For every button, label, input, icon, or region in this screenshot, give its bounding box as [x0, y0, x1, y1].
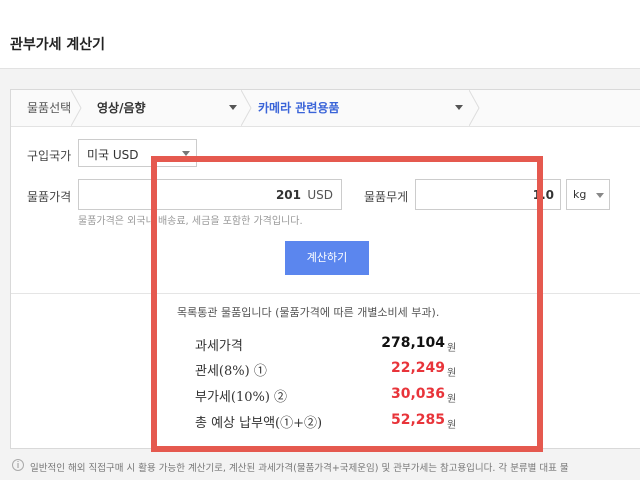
- weight-unit-value: kg: [573, 188, 587, 201]
- footer-disclaimer: 일반적인 해외 직접구매 시 활용 가능한 계산기로, 계산된 과세가격(물품가…: [30, 463, 569, 474]
- breadcrumb-separator-icon: [71, 90, 82, 126]
- breadcrumb: 물품선택 영상/음향 카메라 관련용품: [11, 90, 640, 127]
- breadcrumb-separator-icon: [469, 90, 480, 126]
- page-title: 관부가세 계산기: [10, 37, 106, 53]
- breadcrumb-category[interactable]: 영상/음향: [97, 90, 146, 126]
- chevron-down-icon[interactable]: [455, 105, 463, 110]
- price-label: 물품가격: [27, 190, 72, 204]
- highlight-annotation-box: [151, 156, 543, 452]
- header-bar: 관부가세 계산기: [0, 0, 640, 69]
- country-label: 구입국가: [27, 149, 72, 163]
- breadcrumb-subcategory[interactable]: 카메라 관련용품: [258, 90, 339, 126]
- breadcrumb-separator-icon: [241, 90, 252, 126]
- info-icon: i: [12, 459, 24, 471]
- weight-unit-select[interactable]: kg: [566, 179, 610, 210]
- chevron-down-icon[interactable]: [229, 105, 237, 110]
- breadcrumb-root: 물품선택: [27, 101, 72, 115]
- country-select-value: 미국 USD: [87, 148, 139, 162]
- chevron-down-icon: [596, 193, 604, 198]
